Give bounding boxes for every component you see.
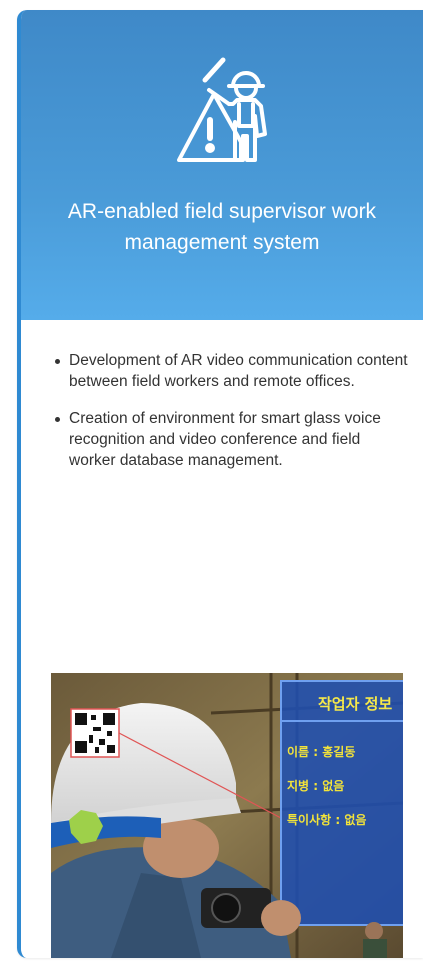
ar-field-illness: 지병 : 없음: [287, 779, 345, 793]
card-body: Development of AR video communication co…: [21, 320, 423, 958]
card-header: AR-enabled field supervisor work managem…: [21, 10, 423, 320]
ar-photo: 작업자 정보 이름 : 홍길동 지병 : 없음 특이사항 : 없음: [51, 673, 403, 958]
ar-field-name: 이름 : 홍길동: [287, 745, 356, 759]
list-item: Creation of environment for smart glass …: [53, 408, 408, 471]
project-card: AR-enabled field supervisor work managem…: [17, 10, 423, 958]
worker-warning-icon: [159, 42, 289, 172]
list-item: Development of AR video communication co…: [53, 350, 408, 392]
card-title: AR-enabled field supervisor work managem…: [67, 200, 377, 254]
feature-list: Development of AR video communication co…: [53, 350, 408, 487]
ar-panel-title: 작업자 정보: [318, 695, 393, 713]
ar-field-notes: 특이사항 : 없음: [287, 813, 367, 827]
